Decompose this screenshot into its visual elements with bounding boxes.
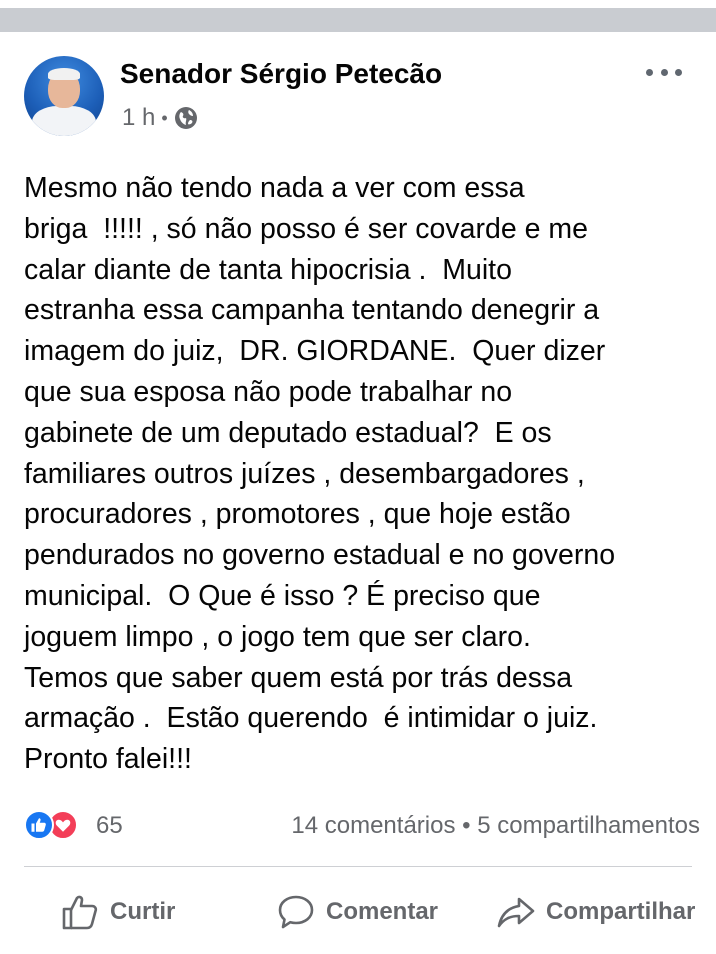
more-dot-icon bbox=[660, 68, 668, 76]
top-separator bbox=[0, 0, 716, 32]
post-actions: Curtir Comentar Compartilhar bbox=[0, 884, 716, 940]
author-avatar[interactable] bbox=[24, 56, 104, 136]
share-label: Compartilhar bbox=[546, 898, 696, 925]
comment-button[interactable]: Comentar bbox=[276, 884, 438, 940]
shares-count[interactable]: 5 compartilhamentos bbox=[477, 812, 700, 839]
post-text: Mesmo não tendo nada a ver com essa brig… bbox=[24, 172, 616, 776]
like-button[interactable]: Curtir bbox=[60, 884, 175, 940]
share-arrow-icon bbox=[497, 897, 535, 928]
post-header: Senador Sérgio Petecão 1 h • bbox=[0, 32, 716, 162]
like-label: Curtir bbox=[110, 898, 176, 925]
more-dot-icon bbox=[675, 68, 682, 76]
post-meta: 1 h • bbox=[122, 104, 198, 132]
actions-divider bbox=[24, 866, 692, 867]
reaction-count[interactable]: 65 bbox=[96, 812, 123, 840]
share-button[interactable]: Compartilhar bbox=[496, 884, 695, 940]
engagement-separator: • bbox=[462, 812, 471, 839]
comment-label: Comentar bbox=[326, 898, 439, 925]
post-time[interactable]: 1 h bbox=[122, 104, 155, 132]
more-options-button[interactable] bbox=[646, 62, 682, 82]
globe-icon bbox=[174, 107, 197, 129]
more-dot-icon bbox=[646, 68, 653, 76]
comments-count[interactable]: 14 comentários bbox=[291, 812, 455, 839]
comment-bubble-icon bbox=[278, 895, 314, 929]
like-icon bbox=[24, 810, 54, 840]
thumbs-up-icon bbox=[62, 895, 98, 930]
reaction-icons[interactable] bbox=[24, 810, 78, 840]
reactions-bar: 65 14 comentários • 5 compartilhamentos bbox=[24, 810, 700, 842]
author-name[interactable]: Senador Sérgio Petecão bbox=[120, 58, 442, 90]
meta-separator: • bbox=[161, 108, 168, 128]
engagement-summary: 14 comentários • 5 compartilhamentos bbox=[291, 812, 700, 840]
